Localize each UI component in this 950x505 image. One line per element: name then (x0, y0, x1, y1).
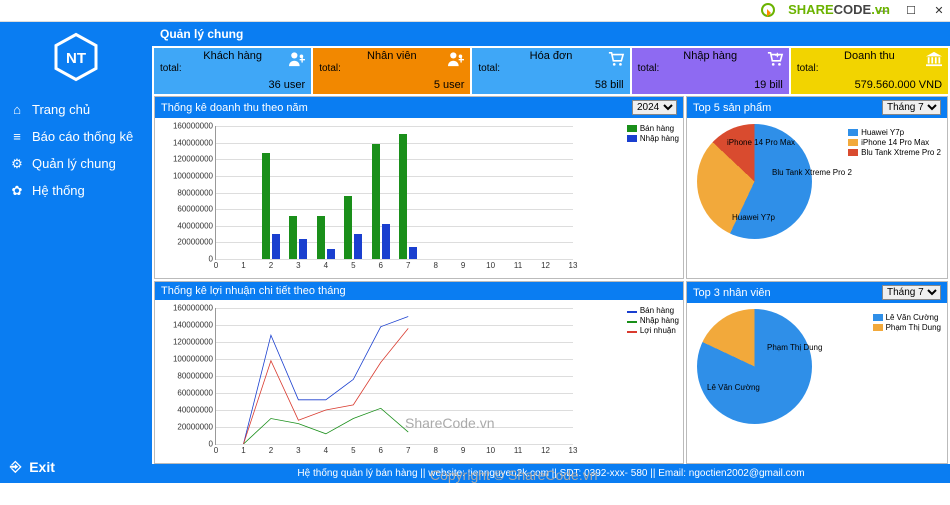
bar-legend: Bán hàngNhập hàng (627, 124, 679, 144)
nav-label: Trang chủ (32, 102, 90, 117)
bar-chart: Bán hàngNhập hàng 0200000004000000060000… (155, 118, 683, 278)
year-select[interactable]: 2024 (632, 100, 677, 115)
panel-title: Thống kê lợi nhuận chi tiết theo tháng (161, 285, 346, 297)
cart-icon (606, 50, 626, 68)
line-chart: Bán hàngNhập hàngLợi nhuận 0200000004000… (155, 300, 683, 463)
nav-home[interactable]: ⌂ Trang chủ (0, 96, 152, 123)
panel-title: Top 3 nhân viên (693, 287, 771, 299)
exit-button[interactable]: ⎆ Exit (0, 450, 152, 483)
nav-management[interactable]: ⚙ Quản lý chung (0, 150, 152, 177)
main-content: Quản lý chung Khách hàng total: 36 user … (152, 22, 950, 483)
user-icon (446, 50, 466, 68)
panel-title: Top 5 sản phẩm (693, 102, 771, 114)
stat-revenue: Doanh thu total: 579.560.000 VND (791, 48, 948, 94)
sharecode-logo-icon (761, 3, 775, 17)
line-legend: Bán hàngNhập hàngLợi nhuận (627, 306, 679, 336)
panel-title: Thống kê doanh thu theo năm (161, 102, 308, 114)
window-titlebar: SHARECODE.vn — ☐ ✕ (0, 0, 950, 22)
watermark-brand: SHARECODE.vn (788, 2, 890, 17)
stat-customers: Khách hàng total: 36 user (154, 48, 311, 94)
panel-top-employees: Top 3 nhân viên Tháng 7 Lê Văn CườngPhạm … (686, 281, 948, 464)
svg-text:NT: NT (66, 50, 86, 67)
panel-profit-monthly: Thống kê lợi nhuận chi tiết theo tháng B… (154, 281, 684, 464)
month-select[interactable]: Tháng 7 (882, 100, 941, 115)
panel-top-products: Top 5 sản phẩm Tháng 7 Huawei Y7piPhone 1… (686, 96, 948, 279)
pie-chart-products: Huawei Y7piPhone 14 Pro MaxBlu Tank Xtre… (687, 118, 947, 278)
app-logo: NT (0, 22, 152, 92)
window-close-button[interactable]: ✕ (932, 4, 946, 17)
nav-reports[interactable]: ≡ Báo cáo thống kê (0, 123, 152, 150)
month-select-2[interactable]: Tháng 7 (882, 285, 941, 300)
grid-icon: ⚙ (10, 157, 24, 171)
list-icon: ≡ (10, 130, 24, 144)
panel-revenue-yearly: Thống kê doanh thu theo năm 2024 Bán hàng… (154, 96, 684, 279)
nav-label: Hệ thống (32, 183, 85, 198)
nav-label: Quản lý chung (32, 156, 116, 171)
stat-invoices: Hóa đơn total: 58 bill (472, 48, 629, 94)
bank-icon (924, 50, 944, 68)
stat-employees: Nhân viên total: 5 user (313, 48, 470, 94)
pie-legend: Huawei Y7piPhone 14 Pro MaxBlu Tank Xtre… (848, 128, 941, 158)
footer: Hệ thống quản lý bán hàng || website: ti… (152, 464, 950, 483)
pie-legend: Lê Văn CườngPhạm Thị Dung (873, 313, 941, 333)
sidebar: NT ⌂ Trang chủ ≡ Báo cáo thống kê ⚙ Quản lý… (0, 22, 152, 483)
stats-row: Khách hàng total: 36 user Nhân viên tota… (152, 46, 950, 96)
nav-menu: ⌂ Trang chủ ≡ Báo cáo thống kê ⚙ Quản lý ch… (0, 92, 152, 208)
cart-plus-icon (765, 50, 785, 68)
home-icon: ⌂ (10, 103, 24, 117)
nav-system[interactable]: ✿ Hệ thống (0, 177, 152, 204)
stat-imports: Nhập hàng total: 19 bill (632, 48, 789, 94)
pie-chart-employees: Lê Văn CườngPhạm Thị Dung Lê Văn Cường P… (687, 303, 947, 463)
gear-icon: ✿ (10, 184, 24, 198)
page-title: Quản lý chung (152, 22, 950, 46)
exit-label: Exit (29, 459, 55, 475)
user-icon (287, 50, 307, 68)
exit-icon: ⎆ (10, 458, 21, 475)
window-maximize-button[interactable]: ☐ (904, 4, 918, 17)
nav-label: Báo cáo thống kê (32, 129, 133, 144)
